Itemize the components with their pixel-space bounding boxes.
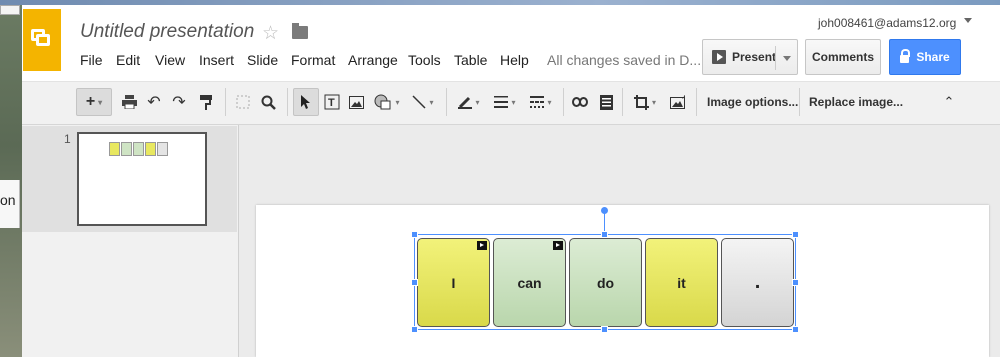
chevron-down-icon[interactable]: ▾	[547, 98, 551, 107]
replace-image-button[interactable]: Replace image...	[809, 95, 903, 109]
resize-handle-n[interactable]	[601, 231, 608, 238]
redo-icon[interactable]: ↷	[168, 88, 190, 116]
share-label: Share	[916, 50, 950, 64]
save-status[interactable]: All changes saved in D...	[547, 52, 701, 68]
collapse-toolbar-icon[interactable]: ⌃	[938, 88, 960, 116]
menu-slide[interactable]: Slide	[247, 52, 278, 68]
chevron-down-icon[interactable]: ▾	[429, 98, 433, 107]
document-title[interactable]: Untitled presentation	[80, 21, 254, 43]
menu-format[interactable]: Format	[291, 52, 335, 68]
new-slide-button[interactable]: + ▾	[76, 88, 112, 116]
chevron-down-icon[interactable]: ▾	[475, 98, 479, 107]
menu-arrange[interactable]: Arrange	[348, 52, 398, 68]
slides-logo-icon[interactable]	[23, 9, 61, 71]
line-icon[interactable]: ▾	[406, 88, 440, 116]
print-icon[interactable]	[118, 88, 140, 116]
svg-text:T: T	[328, 97, 335, 109]
share-button[interactable]: Share	[889, 39, 961, 75]
image-options-button[interactable]: Image options...	[707, 95, 798, 109]
resize-handle-s[interactable]	[601, 326, 608, 333]
resize-handle-e[interactable]	[792, 279, 799, 286]
menu-tools[interactable]: Tools	[408, 52, 441, 68]
resize-handle-nw[interactable]	[411, 231, 418, 238]
present-button[interactable]: Present	[702, 39, 798, 75]
chevron-down-icon[interactable]: ▾	[511, 98, 515, 107]
lock-icon	[900, 48, 911, 63]
comments-button[interactable]: Comments	[805, 39, 881, 75]
play-icon	[712, 50, 726, 64]
link-icon[interactable]	[569, 88, 591, 116]
border-weight-icon[interactable]: ▾	[488, 88, 522, 116]
paint-format-icon[interactable]	[195, 88, 217, 116]
account-dropdown-icon[interactable]	[964, 18, 972, 23]
background-window-text: on	[0, 192, 16, 208]
reset-image-icon[interactable]	[666, 88, 688, 116]
menu-help[interactable]: Help	[500, 52, 529, 68]
select-tool-icon[interactable]	[293, 88, 319, 116]
undo-icon[interactable]: ↶	[143, 88, 165, 116]
folder-icon[interactable]	[292, 23, 308, 39]
resize-handle-sw[interactable]	[411, 326, 418, 333]
rotate-handle[interactable]	[601, 207, 608, 214]
resize-handle-ne[interactable]	[792, 231, 799, 238]
star-icon[interactable]: ☆	[262, 22, 279, 45]
menu-file[interactable]: File	[80, 52, 103, 68]
present-dropdown-icon[interactable]	[783, 56, 791, 61]
menu-edit[interactable]: Edit	[116, 52, 140, 68]
slide-thumbnail[interactable]	[77, 132, 207, 226]
image-icon[interactable]	[345, 88, 367, 116]
chevron-down-icon[interactable]: ▾	[98, 98, 102, 107]
user-account[interactable]: joh008461@adams12.org	[818, 16, 956, 30]
border-dash-icon[interactable]: ▾	[524, 88, 558, 116]
shape-icon[interactable]: ▾	[370, 88, 404, 116]
present-label: Present	[732, 50, 777, 64]
background-window-edge	[0, 5, 20, 15]
zoom-icon[interactable]	[257, 88, 279, 116]
slide-number: 1	[64, 132, 71, 146]
menu-table[interactable]: Table	[454, 52, 487, 68]
selection-box[interactable]	[414, 234, 796, 330]
chevron-down-icon[interactable]: ▾	[395, 98, 399, 107]
chevron-down-icon[interactable]: ▾	[652, 98, 656, 107]
resize-handle-w[interactable]	[411, 279, 418, 286]
menu-insert[interactable]: Insert	[199, 52, 234, 68]
border-color-icon[interactable]: ▾	[452, 88, 486, 116]
menu-view[interactable]: View	[155, 52, 185, 68]
resize-handle-se[interactable]	[792, 326, 799, 333]
crop-icon[interactable]: ▾	[628, 88, 662, 116]
comment-icon[interactable]	[595, 88, 617, 116]
text-box-icon[interactable]: T	[321, 88, 343, 116]
fit-icon[interactable]	[232, 88, 254, 116]
